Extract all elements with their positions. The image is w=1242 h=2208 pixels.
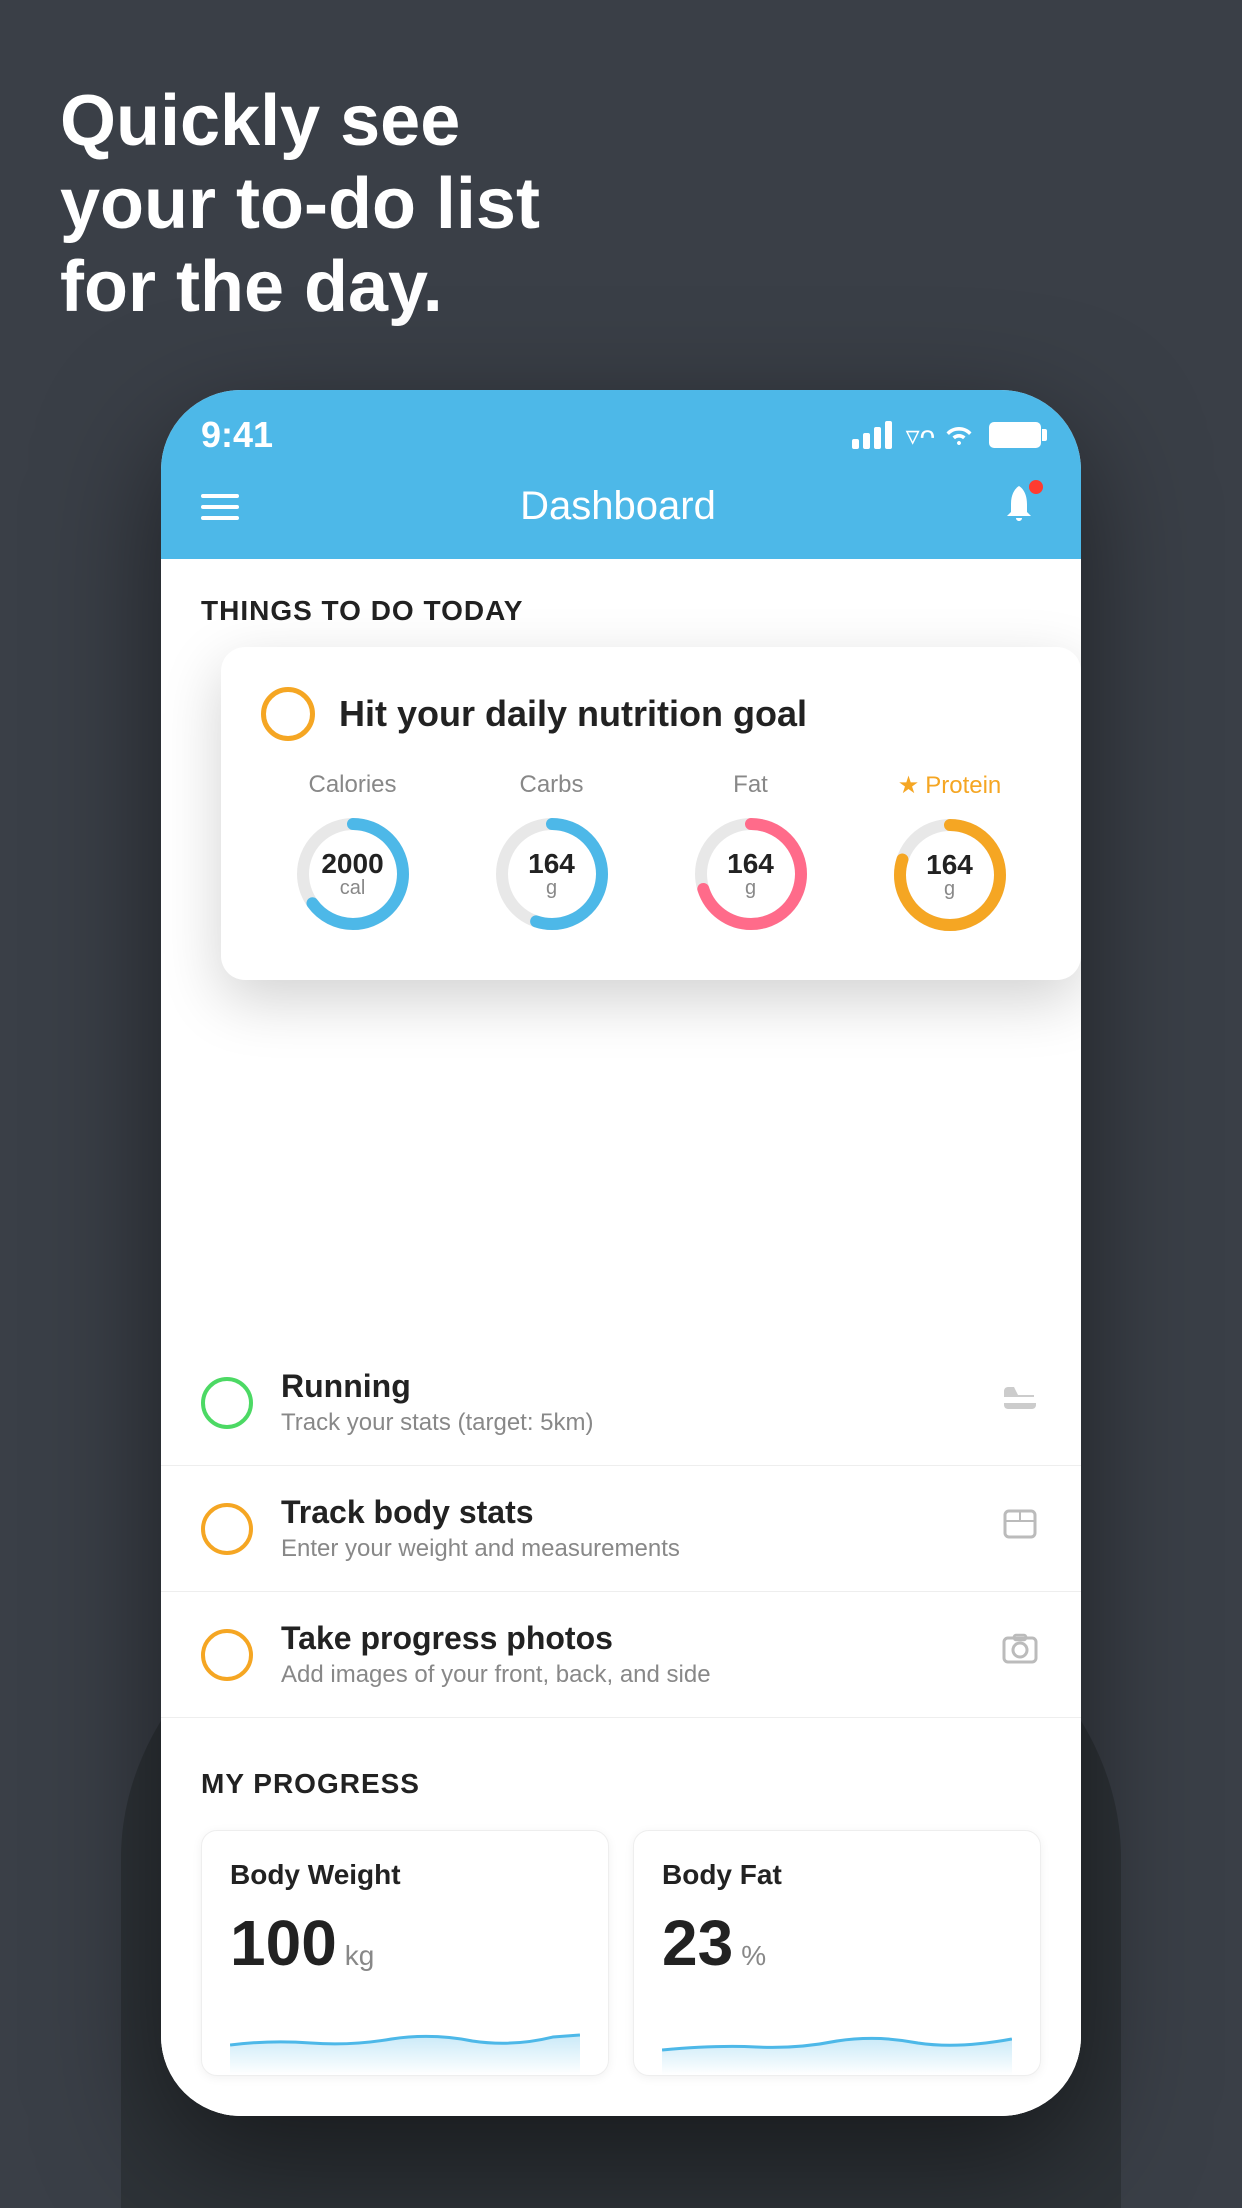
photos-title: Take progress photos: [281, 1620, 971, 1657]
shoe-icon: [999, 1377, 1041, 1429]
things-to-do-header: THINGS TO DO TODAY: [161, 559, 1081, 647]
running-subtitle: Track your stats (target: 5km): [281, 1409, 971, 1437]
body-weight-unit: kg: [345, 1940, 375, 1972]
progress-title: MY PROGRESS: [201, 1768, 1041, 1800]
progress-cards: Body Weight 100 kg: [201, 1830, 1041, 2076]
wifi-icon: ▿ᴖ: [906, 419, 975, 452]
todo-running[interactable]: Running Track your stats (target: 5km): [161, 1340, 1081, 1466]
calories-label: Calories: [308, 771, 396, 799]
status-bar: 9:41 ▿ᴖ: [161, 390, 1081, 462]
nutrition-calories: Calories 2000 cal: [261, 771, 444, 940]
running-check: [201, 1377, 253, 1429]
scale-icon: [999, 1503, 1041, 1555]
notification-button[interactable]: [997, 482, 1041, 531]
status-time: 9:41: [201, 414, 273, 456]
body-stats-subtitle: Enter your weight and measurements: [281, 1535, 971, 1563]
nutrition-carbs: Carbs 164 g: [460, 771, 643, 940]
body-fat-chart: [662, 1995, 1012, 2075]
card-title: Hit your daily nutrition goal: [339, 693, 807, 735]
protein-label: ★ Protein: [898, 771, 1002, 800]
body-stats-text: Track body stats Enter your weight and m…: [281, 1494, 971, 1563]
body-stats-check: [201, 1503, 253, 1555]
photos-subtitle: Add images of your front, back, and side: [281, 1661, 971, 1689]
menu-button[interactable]: [201, 494, 239, 520]
body-weight-title: Body Weight: [230, 1859, 580, 1891]
star-icon: ★: [898, 771, 920, 800]
body-fat-value: 23: [662, 1911, 733, 1975]
carbs-chart: 164 g: [487, 809, 617, 939]
check-circle: [261, 687, 315, 741]
todo-body-stats[interactable]: Track body stats Enter your weight and m…: [161, 1466, 1081, 1592]
hero-text: Quickly see your to-do list for the day.: [60, 80, 540, 328]
body-weight-card[interactable]: Body Weight 100 kg: [201, 1830, 609, 2076]
photos-check: [201, 1629, 253, 1681]
notification-dot: [1027, 478, 1045, 496]
photos-text: Take progress photos Add images of your …: [281, 1620, 971, 1689]
body-fat-card[interactable]: Body Fat 23 %: [633, 1830, 1041, 2076]
nutrition-grid: Calories 2000 cal: [261, 771, 1041, 940]
body-stats-title: Track body stats: [281, 1494, 971, 1531]
fat-chart: 164 g: [686, 809, 816, 939]
battery-icon: [989, 422, 1041, 448]
signal-icon: [852, 421, 892, 449]
protein-chart: 164 g: [885, 810, 1015, 940]
todo-list: Running Track your stats (target: 5km) T…: [161, 1000, 1081, 1718]
progress-section: MY PROGRESS Body Weight 100 kg: [161, 1718, 1081, 2116]
carbs-label: Carbs: [519, 771, 583, 799]
nutrition-fat: Fat 164 g: [659, 771, 842, 940]
running-title: Running: [281, 1368, 971, 1405]
phone-content: THINGS TO DO TODAY Hit your daily nutrit…: [161, 559, 1081, 2116]
phone-frame: 9:41 ▿ᴖ Dashboard: [161, 390, 1081, 2116]
body-weight-chart: [230, 1995, 580, 2075]
todo-photos[interactable]: Take progress photos Add images of your …: [161, 1592, 1081, 1718]
nav-title: Dashboard: [520, 484, 716, 529]
body-fat-title: Body Fat: [662, 1859, 1012, 1891]
nutrition-card: Hit your daily nutrition goal Calories 2: [221, 647, 1081, 980]
photo-icon: [999, 1629, 1041, 1681]
nutrition-protein: ★ Protein 164 g: [858, 771, 1041, 940]
body-fat-unit: %: [741, 1940, 766, 1972]
body-weight-value: 100: [230, 1911, 337, 1975]
calories-chart: 2000 cal: [288, 809, 418, 939]
running-text: Running Track your stats (target: 5km): [281, 1368, 971, 1437]
fat-label: Fat: [733, 771, 768, 799]
status-icons: ▿ᴖ: [852, 419, 1041, 452]
nav-bar: Dashboard: [161, 462, 1081, 559]
